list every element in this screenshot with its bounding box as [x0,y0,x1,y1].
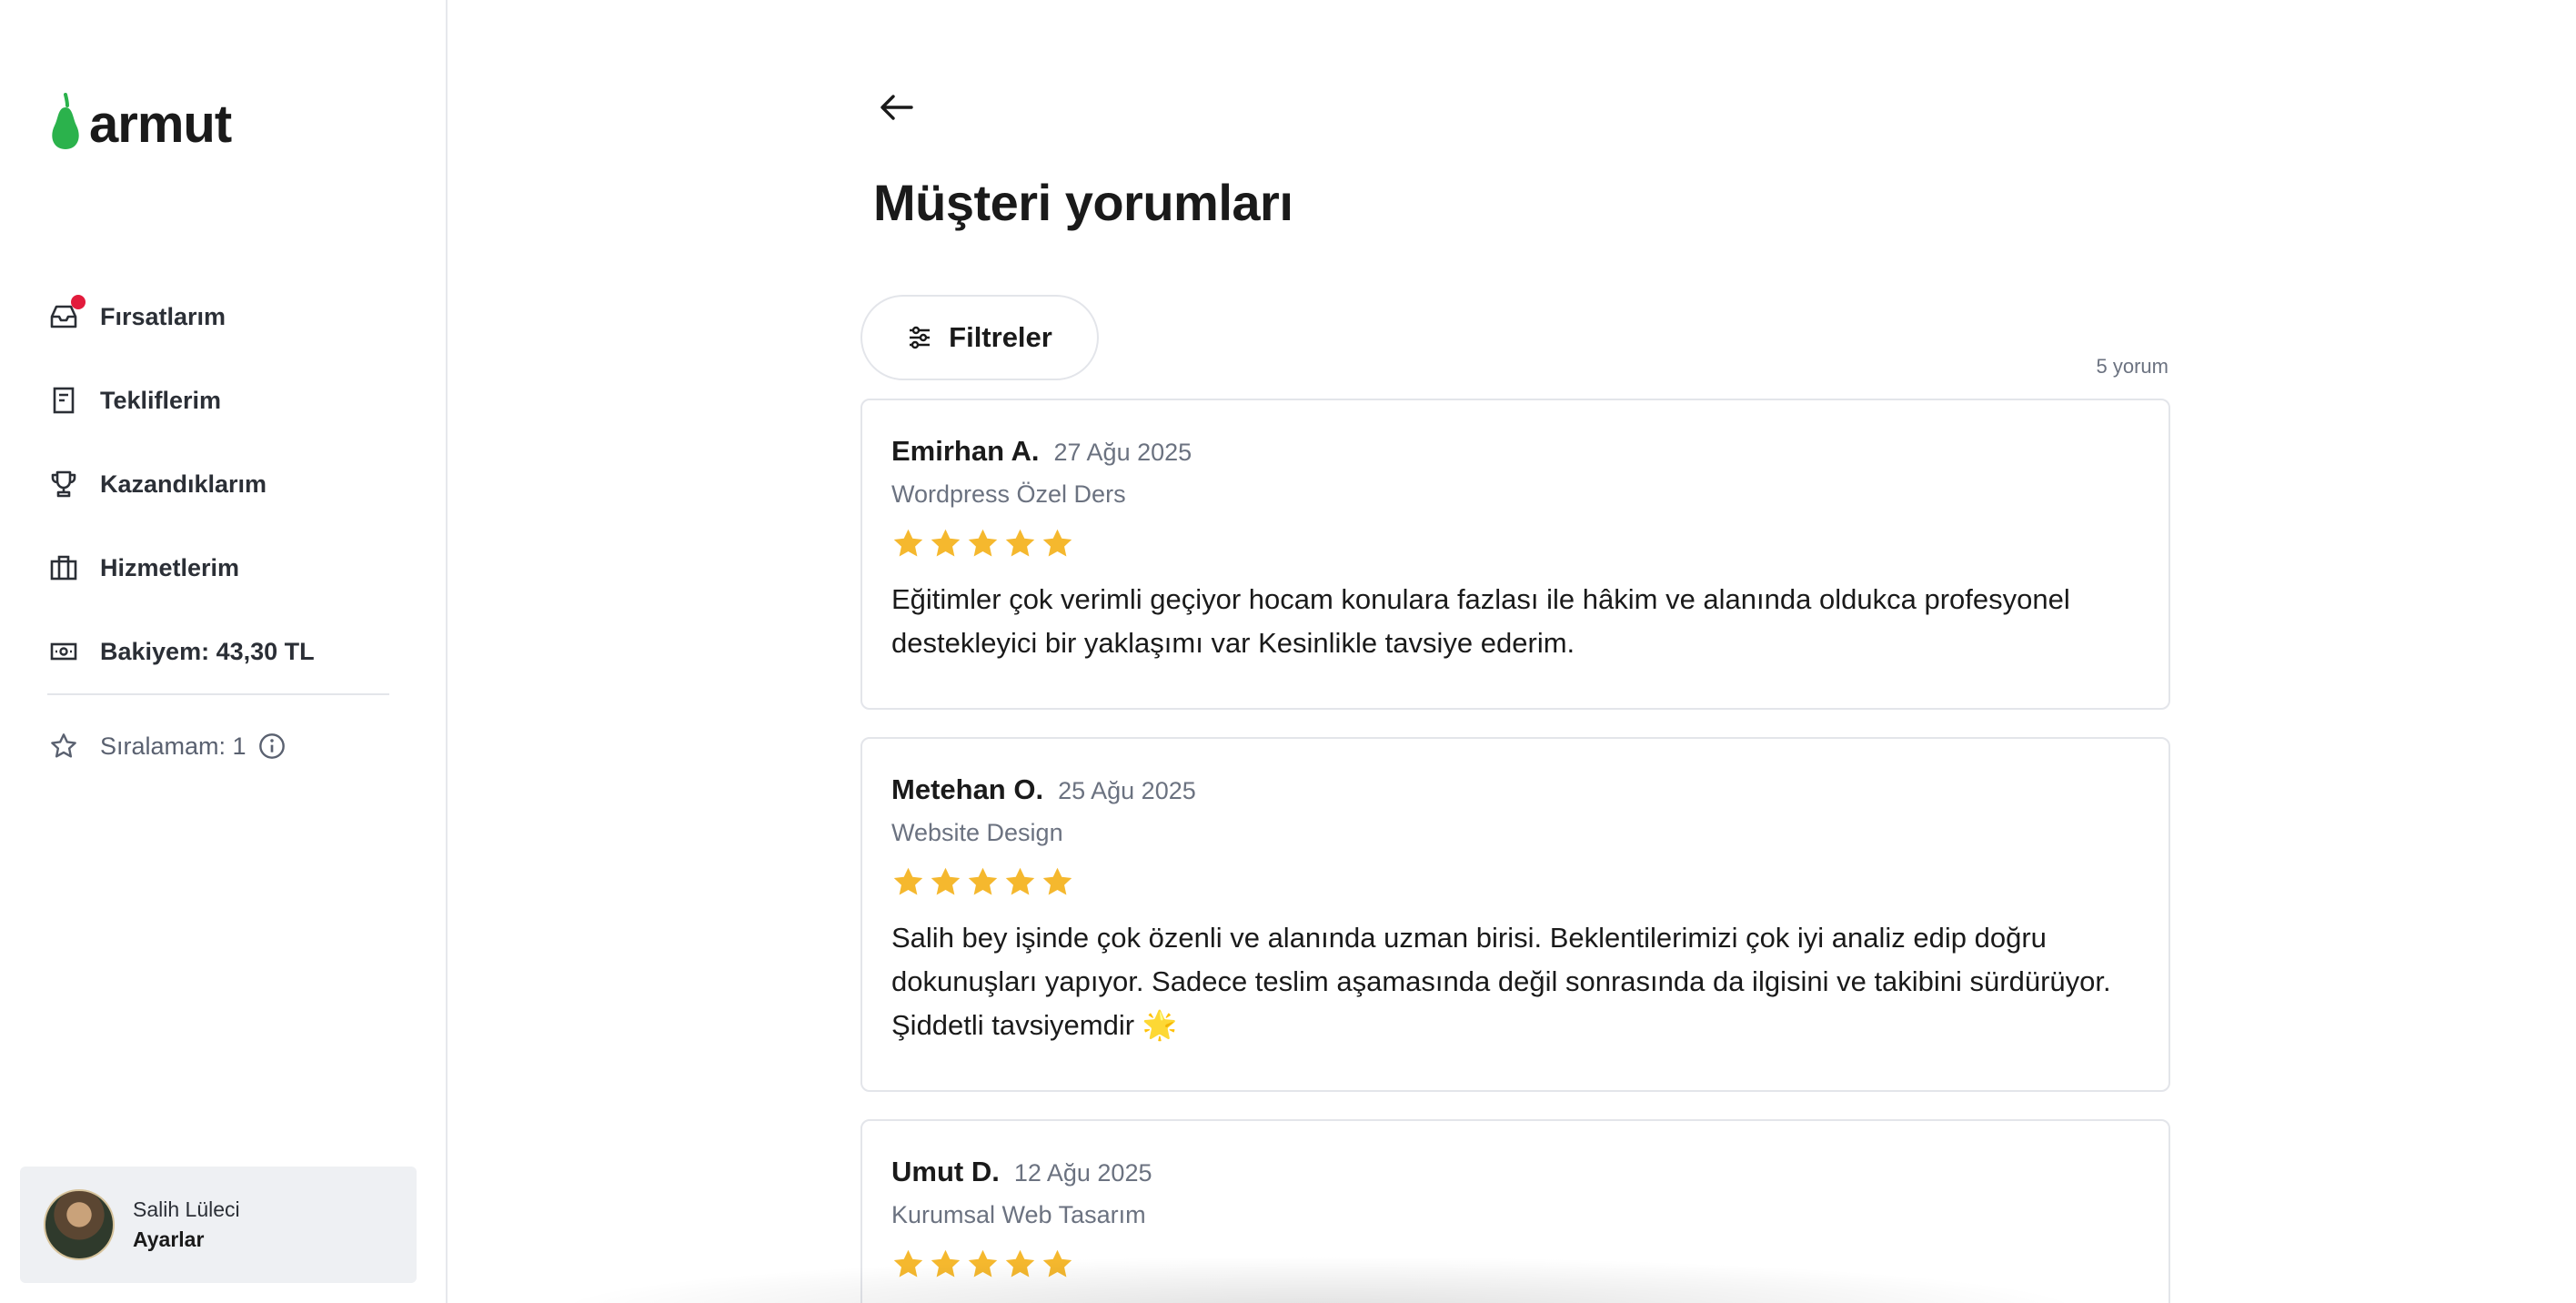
review-count: 5 yorum [2096,355,2168,378]
sidebar-item-hizmetlerim[interactable]: Hizmetlerim [47,526,389,610]
reviewer-name: Emirhan A. [891,435,1040,467]
star-icon [931,1249,961,1278]
star-icon [968,529,998,557]
sidebar-divider [47,693,389,695]
star-rating [891,864,2139,900]
rank-label: Sıralamam: 1 [100,732,247,760]
pear-icon [52,93,79,149]
reviewer-name: Umut D. [891,1156,1000,1187]
review-date: 12 Ağu 2025 [1013,1159,1152,1187]
star-icon [1005,1249,1035,1278]
star-rating [891,525,2139,561]
sidebar-item-label: Bakiyem: 43,30 TL [100,637,315,665]
star-icon [1042,867,1072,895]
review-service: Kurumsal Web Tasarım [891,1201,1146,1228]
star-icon [1042,529,1072,557]
sidebar-item-bakiyem[interactable]: Bakiyem: 43,30 TL [47,610,389,693]
user-name: Salih Lüleci [133,1197,240,1221]
star-icon [1005,529,1035,557]
review-text: Eğitimler çok verimli geçiyor hocam konu… [891,583,2070,659]
armut-logo[interactable]: armut [47,91,232,154]
inbox-icon [47,295,86,333]
star-icon [1005,867,1035,895]
star-icon [893,1249,923,1278]
back-button[interactable] [877,87,917,127]
sidebar-item-label: Hizmetlerim [100,553,240,581]
star-rating [891,1246,2139,1282]
sidebar-item-label: Tekliflerim [100,386,222,414]
star-icon [893,867,923,895]
sidebar-nav: Fırsatlarım Tekliflerim Kazandıklarım Hi… [47,275,389,693]
star-outline-icon [47,730,80,763]
star-icon [968,1249,998,1278]
review-card: Emirhan A. 27 Ağu 2025 Wordpress Özel De… [860,399,2170,710]
sidebar-rank: Sıralamam: 1 [47,728,287,764]
info-icon[interactable] [257,732,287,761]
settings-link[interactable]: Ayarlar [133,1227,240,1252]
sidebar-item-tekliflerim[interactable]: Tekliflerim [47,359,389,442]
money-icon [47,635,80,668]
sidebar-item-firsatlarim[interactable]: Fırsatlarım [47,275,389,359]
notification-dot [71,295,86,309]
review-service: Wordpress Özel Ders [891,480,1126,508]
filters-button[interactable]: Filtreler [860,295,1099,380]
trophy-icon [47,468,80,500]
page-title: Müşteri yorumları [873,174,1293,231]
review-card: Metehan O. 25 Ağu 2025 Website Design Sa… [860,737,2170,1092]
star-icon [968,867,998,895]
review-date: 25 Ağu 2025 [1058,777,1196,804]
sidebar: armut Fırsatlarım Tekliflerim Kazandıkla… [0,0,448,1303]
filters-label: Filtreler [949,321,1052,353]
briefcase-icon [47,551,80,584]
star-icon [931,529,961,557]
sidebar-item-kazandiklarim[interactable]: Kazandıklarım [47,442,389,526]
review-card: Umut D. 12 Ağu 2025 Kurumsal Web Tasarım [860,1119,2170,1303]
sidebar-item-label: Fırsatlarım [100,302,226,330]
sidebar-item-label: Kazandıklarım [100,470,267,498]
review-date: 27 Ağu 2025 [1053,439,1192,466]
avatar [44,1189,115,1260]
review-text: Salih bey işinde çok özenli ve alanında … [891,922,2111,1041]
brand-name: armut [89,95,232,154]
star-icon [893,529,923,557]
sliders-icon [910,326,931,349]
document-icon [47,384,80,417]
user-settings-card[interactable]: Salih Lüleci Ayarlar [20,1167,417,1283]
review-service: Website Design [891,819,1063,846]
star-icon [931,867,961,895]
star-icon [1042,1249,1072,1278]
arrow-left-icon [880,95,913,120]
reviewer-name: Metehan O. [891,773,1044,805]
